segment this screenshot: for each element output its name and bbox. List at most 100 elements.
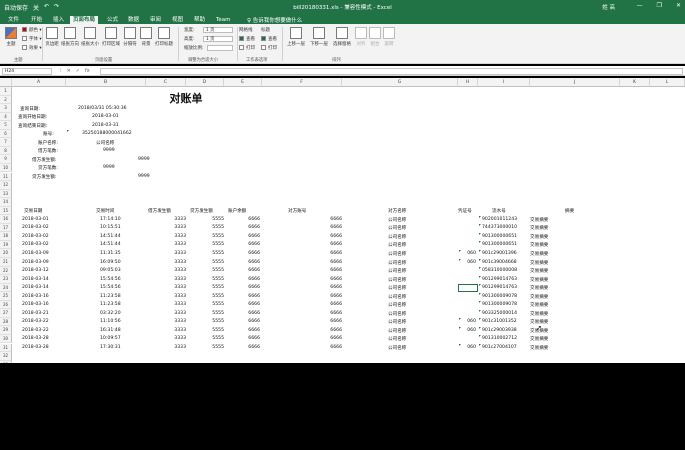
row-header[interactable]: 3 — [0, 104, 12, 113]
theme-fonts-button[interactable]: 字体 ▾ — [22, 36, 42, 42]
bring-forward-button[interactable]: 上移一层 — [285, 27, 307, 47]
row-header[interactable]: 18 — [0, 232, 12, 241]
print-titles-button[interactable]: 打印标题 — [154, 27, 174, 47]
gridlines-print-checkbox[interactable]: 打印 — [239, 45, 255, 51]
cancel-icon[interactable]: ✕ — [67, 68, 71, 74]
tab-home[interactable]: 开始 — [28, 16, 45, 24]
row-header[interactable]: 6 — [0, 129, 12, 139]
column-header[interactable]: E — [224, 78, 262, 87]
row-header[interactable]: 21 — [0, 258, 12, 267]
error-indicator-icon[interactable] — [479, 344, 481, 346]
user-name[interactable]: 姓 高 — [602, 3, 615, 11]
error-indicator-icon[interactable] — [459, 326, 461, 329]
theme-colors-button[interactable]: 颜色 ▾ — [22, 27, 42, 33]
error-indicator-icon[interactable] — [479, 232, 481, 235]
row-header[interactable]: 10 — [0, 163, 12, 173]
breaks-button[interactable]: 分隔符 — [122, 27, 138, 47]
error-indicator-icon[interactable] — [459, 318, 461, 321]
tab-view[interactable]: 视图 — [169, 16, 186, 24]
name-box[interactable]: H24 — [2, 67, 52, 75]
row-header[interactable]: 20 — [0, 249, 12, 258]
error-indicator-icon[interactable] — [479, 335, 481, 338]
error-indicator-icon[interactable] — [479, 215, 481, 218]
error-indicator-icon[interactable] — [479, 326, 481, 329]
tab-insert[interactable]: 插入 — [50, 16, 67, 24]
row-header[interactable]: 23 — [0, 275, 12, 284]
row-header[interactable]: 17 — [0, 223, 12, 233]
row-header[interactable]: 13 — [0, 189, 12, 199]
error-indicator-icon[interactable] — [479, 224, 481, 227]
row-header[interactable]: 12 — [0, 181, 12, 190]
column-header[interactable]: H — [458, 78, 478, 87]
size-button[interactable]: 纸张大小 — [80, 27, 100, 47]
row-header[interactable]: 8 — [0, 146, 12, 156]
error-indicator-icon[interactable] — [479, 258, 481, 261]
column-header[interactable]: K — [620, 78, 650, 87]
row-header[interactable]: 16 — [0, 215, 12, 224]
row-header[interactable]: 24 — [0, 283, 12, 293]
error-indicator-icon[interactable] — [479, 301, 481, 304]
column-header[interactable]: A — [12, 78, 66, 87]
print-area-button[interactable]: 打印区域 — [100, 27, 122, 47]
error-indicator-icon[interactable] — [479, 318, 481, 321]
margins-button[interactable]: 页边距 — [44, 27, 60, 47]
gridlines-view-checkbox[interactable]: 查看 — [239, 36, 255, 42]
error-indicator-icon[interactable] — [459, 344, 461, 346]
group-button[interactable]: 组合 — [368, 27, 382, 47]
row-header[interactable]: 25 — [0, 292, 12, 301]
row-header[interactable]: 32 — [0, 352, 12, 361]
column-header[interactable]: I — [478, 78, 530, 87]
error-indicator-icon[interactable] — [479, 284, 481, 287]
column-header[interactable]: J — [530, 78, 620, 87]
rotate-button[interactable]: 旋转 — [382, 27, 396, 47]
tab-file[interactable]: 文件 — [5, 16, 22, 24]
row-header[interactable]: 19 — [0, 240, 12, 250]
worksheet-grid[interactable]: ABCDEFGHIJKL 1 2 3 4 5 6 7 8 9 10 11 12 13 14 15 16 17 18… — [0, 78, 685, 363]
row-header[interactable]: 9 — [0, 155, 12, 164]
headings-view-checkbox[interactable]: 查看 — [261, 36, 277, 42]
column-header[interactable]: L — [650, 78, 685, 87]
tab-team[interactable]: Team — [213, 16, 234, 24]
row-header[interactable]: 15 — [0, 206, 12, 216]
row-header[interactable]: 31 — [0, 343, 12, 353]
row-header[interactable]: 4 — [0, 112, 12, 122]
error-indicator-icon[interactable] — [479, 292, 481, 295]
column-header[interactable]: G — [342, 78, 458, 87]
tab-data[interactable]: 数据 — [125, 16, 142, 24]
error-indicator-icon[interactable] — [67, 130, 69, 133]
scale-width-dropdown[interactable]: 1 页 — [203, 27, 233, 33]
formula-input[interactable] — [100, 67, 683, 75]
row-header[interactable]: 33 — [0, 360, 12, 363]
select-all-corner[interactable] — [0, 78, 12, 87]
error-indicator-icon[interactable] — [459, 258, 461, 261]
row-header[interactable]: 29 — [0, 326, 12, 335]
row-header[interactable]: 22 — [0, 266, 12, 276]
error-indicator-icon[interactable] — [479, 241, 481, 244]
more-icon[interactable]: ⁝ — [60, 68, 62, 74]
active-cell-selection[interactable] — [458, 283, 478, 293]
themes-button[interactable]: 主题 — [3, 27, 19, 47]
error-indicator-icon[interactable] — [459, 249, 461, 252]
row-header[interactable]: 26 — [0, 300, 12, 310]
insert-function-icon[interactable]: fx — [85, 68, 90, 74]
close-button[interactable]: ✕ — [676, 2, 681, 9]
error-indicator-icon[interactable] — [479, 267, 481, 270]
column-header[interactable]: B — [66, 78, 146, 87]
column-header[interactable]: D — [186, 78, 224, 87]
background-button[interactable]: 背景 — [139, 27, 153, 47]
error-indicator-icon[interactable] — [479, 275, 481, 278]
theme-effects-button[interactable]: 效果 ▾ — [22, 45, 42, 51]
row-header[interactable]: 30 — [0, 334, 12, 344]
selection-pane-button[interactable]: 选择窗格 — [331, 27, 353, 47]
tab-page-layout[interactable]: 页面布局 — [70, 15, 99, 24]
row-header[interactable]: 1 — [0, 87, 12, 96]
align-button[interactable]: 对齐 — [354, 27, 368, 47]
row-header[interactable]: 5 — [0, 121, 12, 130]
restore-button[interactable]: ❐ — [657, 2, 662, 9]
row-header[interactable]: 2 — [0, 95, 12, 105]
error-indicator-icon[interactable] — [479, 249, 481, 252]
row-header[interactable]: 14 — [0, 198, 12, 207]
tab-help[interactable]: 帮助 — [191, 16, 208, 24]
scale-height-dropdown[interactable]: 1 页 — [203, 36, 233, 42]
row-header[interactable]: 11 — [0, 172, 12, 182]
